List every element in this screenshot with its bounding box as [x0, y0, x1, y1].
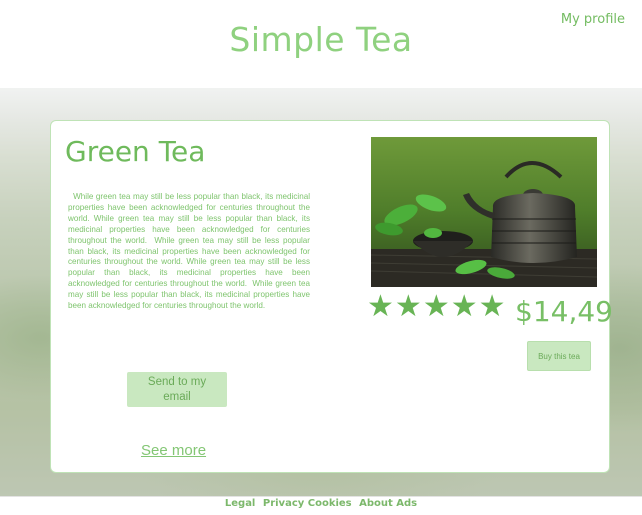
star-icon: ★: [450, 289, 478, 324]
teapot-photo: [371, 137, 597, 287]
send-to-email-button[interactable]: Send to my email: [127, 372, 227, 407]
footer-link-legal[interactable]: Legal: [225, 498, 256, 509]
buy-tea-button[interactable]: Buy this tea: [527, 341, 591, 371]
footer-links: Legal Privacy Cookies About Ads: [0, 498, 642, 509]
product-title: Green Tea: [65, 135, 206, 168]
rating-stars: ★ ★ ★ ★ ★: [367, 292, 506, 322]
see-more-link[interactable]: See more: [141, 442, 206, 459]
star-icon: ★: [478, 289, 506, 324]
product-description: While green tea may still be less popula…: [68, 192, 313, 311]
footer-link-privacy-cookies[interactable]: Privacy Cookies: [263, 498, 352, 509]
product-price: $14,49: [515, 295, 613, 328]
teapot-photo-graphic: [371, 137, 597, 287]
my-profile-link[interactable]: My profile: [561, 12, 625, 27]
star-icon: ★: [422, 289, 450, 324]
site-title: Simple Tea: [229, 20, 413, 59]
footer-link-about-ads[interactable]: About Ads: [359, 498, 417, 509]
star-icon: ★: [394, 289, 422, 324]
product-card: Green Tea While green tea may still be l…: [50, 120, 613, 473]
star-icon: ★: [367, 289, 394, 324]
